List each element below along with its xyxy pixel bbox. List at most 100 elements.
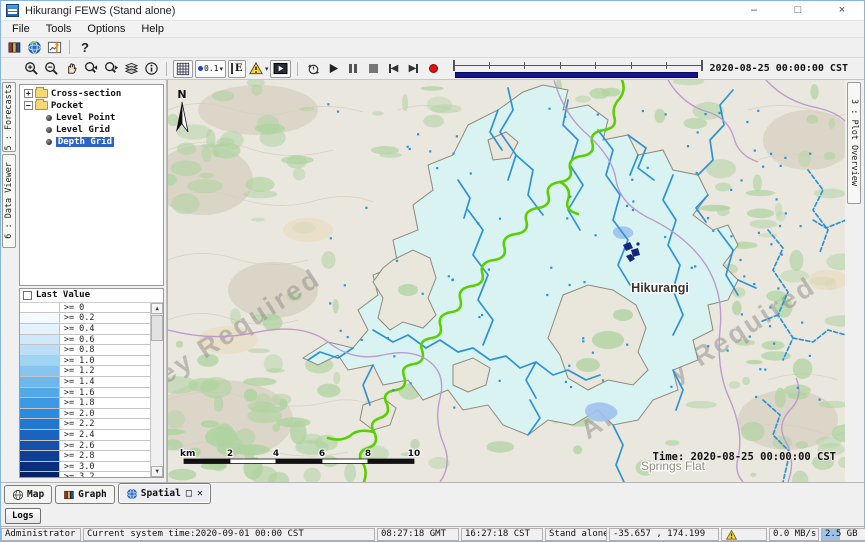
collapse-icon[interactable]: − xyxy=(24,101,33,110)
spatial-map[interactable]: API Key Required API Key Required xyxy=(167,80,845,482)
node-bullet-icon xyxy=(46,139,52,145)
play-icon[interactable] xyxy=(324,60,342,78)
status-local-time: 16:27:18 CST xyxy=(461,528,543,541)
map-canvas[interactable]: API Key Required API Key Required xyxy=(168,80,846,482)
pause-icon[interactable] xyxy=(344,60,362,78)
map-time-label: Time: 2020-08-25 00:00:00 CST xyxy=(653,451,836,463)
legend-row: >= 1.4 xyxy=(20,377,150,388)
application-window: Hikurangi FEWS (Stand alone) – □ × File … xyxy=(0,0,865,542)
record-icon[interactable] xyxy=(424,60,442,78)
animation-display-icon[interactable] xyxy=(270,60,291,78)
maximize-button[interactable]: □ xyxy=(776,1,820,20)
node-bullet-icon xyxy=(46,127,52,133)
step-forward-icon[interactable]: ▶ xyxy=(404,60,422,78)
marker-dot-icon xyxy=(198,66,203,71)
thresholds-warning-icon[interactable]: ▾ xyxy=(248,60,269,78)
zoom-in-icon[interactable] xyxy=(22,60,40,78)
tab-data-viewer[interactable]: 6 : Data Viewer xyxy=(2,154,16,248)
minimize-button[interactable]: – xyxy=(732,1,776,20)
legend-row: >= 0.6 xyxy=(20,335,150,346)
logs-button[interactable]: Logs xyxy=(5,508,41,524)
marker-size-value: 0.1 xyxy=(204,64,218,73)
timeseries-chart-icon[interactable] xyxy=(45,38,63,56)
legend-row: >= 1.6 xyxy=(20,388,150,399)
scroll-down-icon[interactable]: ▼ xyxy=(151,466,163,477)
svg-text:km: km xyxy=(180,449,195,459)
layers-icon[interactable] xyxy=(122,60,140,78)
data-viewer-panel: + Cross-section − Pocket Level Point Lev… xyxy=(17,80,167,482)
filter-tree[interactable]: + Cross-section − Pocket Level Point Lev… xyxy=(19,84,164,286)
help-icon[interactable]: ? xyxy=(76,38,94,56)
menu-tools[interactable]: Tools xyxy=(38,23,80,35)
tab-spatial[interactable]: Spatial □ ✕ xyxy=(118,483,211,504)
last-value-checkbox[interactable] xyxy=(23,291,32,300)
zoom-out-icon[interactable] xyxy=(42,60,60,78)
database-icon[interactable] xyxy=(5,38,23,56)
menu-options[interactable]: Options xyxy=(79,23,133,35)
legend-row: >= 2.6 xyxy=(20,441,150,452)
zoom-next-icon[interactable] xyxy=(102,60,120,78)
status-warning-cell[interactable] xyxy=(721,528,767,541)
town-label: Hikurangi xyxy=(631,281,689,295)
app-icon xyxy=(6,4,19,17)
legend-row: >= 3.2 xyxy=(20,472,150,477)
label-tool-icon[interactable]: E xyxy=(228,60,246,78)
close-tab-icon[interactable]: ✕ xyxy=(197,489,203,499)
legend-row: >= 2.8 xyxy=(20,451,150,462)
legend-row: >= 1.0 xyxy=(20,356,150,367)
status-user: Administrator xyxy=(1,528,81,541)
tab-graph[interactable]: Graph xyxy=(55,485,115,504)
tree-item-level-point[interactable]: Level Point xyxy=(22,112,163,124)
legend-row: >= 3.0 xyxy=(20,462,150,473)
restore-icon[interactable]: □ xyxy=(186,489,192,499)
tree-item-depth-grid[interactable]: Depth Grid xyxy=(22,136,163,148)
folder-icon xyxy=(35,101,48,110)
close-button[interactable]: × xyxy=(820,1,864,20)
stop-icon[interactable] xyxy=(364,60,382,78)
legend-row: >= 0.2 xyxy=(20,313,150,324)
chevron-down-icon: ▾ xyxy=(219,65,223,73)
grid-display-icon[interactable] xyxy=(173,60,193,78)
time-slider[interactable] xyxy=(453,60,701,78)
scroll-up-icon[interactable]: ▲ xyxy=(151,303,163,314)
tab-plot-overview[interactable]: 3 : Plot Overview xyxy=(847,82,861,204)
status-mode: Stand alone xyxy=(545,528,607,541)
status-throughput: 0.0 MB/s xyxy=(769,528,819,541)
logs-row: Logs xyxy=(1,505,864,526)
legend-list: >= 0 >= 0.2 >= 0.4 >= 0.6 >= 0.8 >= 1.0 … xyxy=(20,303,150,477)
info-icon[interactable] xyxy=(142,60,160,78)
right-tab-strip: 3 : Plot Overview xyxy=(845,80,864,482)
timeline-range-bar xyxy=(455,72,697,78)
folder-icon xyxy=(35,89,48,98)
scroll-thumb[interactable] xyxy=(151,315,163,341)
legend-row: >= 0.4 xyxy=(20,324,150,335)
svg-text:10: 10 xyxy=(408,449,421,459)
legend-row: >= 1.8 xyxy=(20,398,150,409)
status-bar: Administrator Current system time:2020-0… xyxy=(1,526,864,541)
marker-size-select[interactable]: 0.1 ▾ xyxy=(195,60,226,78)
tab-forecasts[interactable]: 5 : Forecasts xyxy=(2,82,16,152)
expand-icon[interactable]: + xyxy=(24,89,33,98)
window-title: Hikurangi FEWS (Stand alone) xyxy=(25,5,175,17)
spatial-globe-icon xyxy=(126,488,138,500)
menu-bar: File Tools Options Help xyxy=(1,21,864,38)
zoom-previous-icon[interactable] xyxy=(82,60,100,78)
tree-item-level-grid[interactable]: Level Grid xyxy=(22,124,163,136)
current-time-label: 2020-08-25 00:00:00 CST xyxy=(710,63,848,74)
tree-item-cross-section[interactable]: + Cross-section xyxy=(22,88,163,100)
menu-help[interactable]: Help xyxy=(133,23,172,35)
legend-row: >= 2.4 xyxy=(20,430,150,441)
svg-text:8: 8 xyxy=(365,449,371,459)
step-backward-icon[interactable]: ◀ xyxy=(384,60,402,78)
tab-map[interactable]: Map xyxy=(4,485,52,504)
status-memory: 2.5 GB xyxy=(821,528,865,541)
legend-scrollbar[interactable]: ▲ ▼ xyxy=(150,303,163,477)
animation-loop-icon[interactable] xyxy=(304,60,322,78)
svg-text:2: 2 xyxy=(227,449,233,459)
title-bar: Hikurangi FEWS (Stand alone) – □ × xyxy=(1,1,864,21)
tree-item-pocket[interactable]: − Pocket xyxy=(22,100,163,112)
pan-hand-icon[interactable] xyxy=(62,60,80,78)
bar-chart-icon xyxy=(63,489,75,501)
menu-file[interactable]: File xyxy=(4,23,38,35)
map-globe-icon[interactable] xyxy=(25,38,43,56)
